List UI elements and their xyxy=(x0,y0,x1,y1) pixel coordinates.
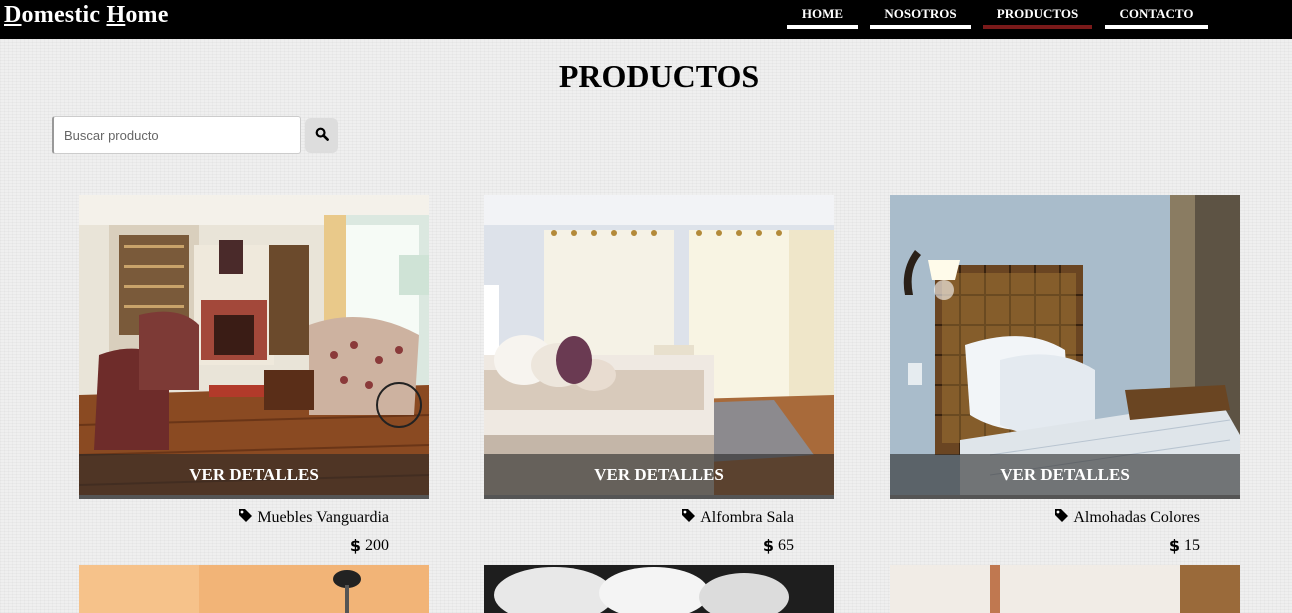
nav-nosotros[interactable]: NOSOTROS xyxy=(870,5,971,29)
product-price-value: 65 xyxy=(778,536,794,554)
search-input[interactable] xyxy=(52,116,301,154)
dollar-icon: $ xyxy=(1168,536,1180,555)
product-price: $ 65 xyxy=(763,536,794,555)
product-name-text: Alfombra Sala xyxy=(700,509,794,526)
nav-productos[interactable]: PRODUCTOS xyxy=(983,5,1092,29)
product-image-pendant[interactable] xyxy=(890,565,1240,613)
brand-initial-d: D xyxy=(4,2,22,28)
product-price-value: 15 xyxy=(1184,536,1200,554)
nav-contacto[interactable]: CONTACTO xyxy=(1105,5,1208,29)
tag-icon xyxy=(1054,508,1069,528)
brand-initial-h: H xyxy=(106,2,126,28)
product-image-lamp[interactable] xyxy=(79,565,429,613)
view-details-button[interactable]: VER DETALLES xyxy=(484,454,834,495)
search-icon xyxy=(315,127,329,144)
view-details-button[interactable]: VER DETALLES xyxy=(79,454,429,495)
nav-home[interactable]: HOME xyxy=(787,5,858,29)
product-price-value: 200 xyxy=(365,536,389,554)
product-image-bedding[interactable] xyxy=(484,565,834,613)
product-price: $ 15 xyxy=(1169,536,1200,555)
search-button[interactable] xyxy=(305,118,338,153)
product-price: $ 200 xyxy=(350,536,389,555)
product-name-text: Muebles Vanguardia xyxy=(257,509,389,526)
product-name: Alfombra Sala xyxy=(681,508,794,528)
tag-icon xyxy=(238,508,253,528)
product-name: Muebles Vanguardia xyxy=(238,508,389,528)
top-bar: Domestic Home HOME NOSOTROS PRODUCTOS CO… xyxy=(0,0,1292,39)
tag-icon xyxy=(681,508,696,528)
brand-word-2: ome xyxy=(125,2,169,28)
dollar-icon: $ xyxy=(349,536,361,555)
product-name-text: Almohadas Colores xyxy=(1073,509,1200,526)
page-title: PRODUCTOS xyxy=(558,58,760,94)
dollar-icon: $ xyxy=(762,536,774,555)
brand-word-1: omestic xyxy=(21,2,107,28)
view-details-button[interactable]: VER DETALLES xyxy=(890,454,1240,495)
product-name: Almohadas Colores xyxy=(1054,508,1200,528)
brand-logo[interactable]: Domestic Home xyxy=(4,2,169,29)
